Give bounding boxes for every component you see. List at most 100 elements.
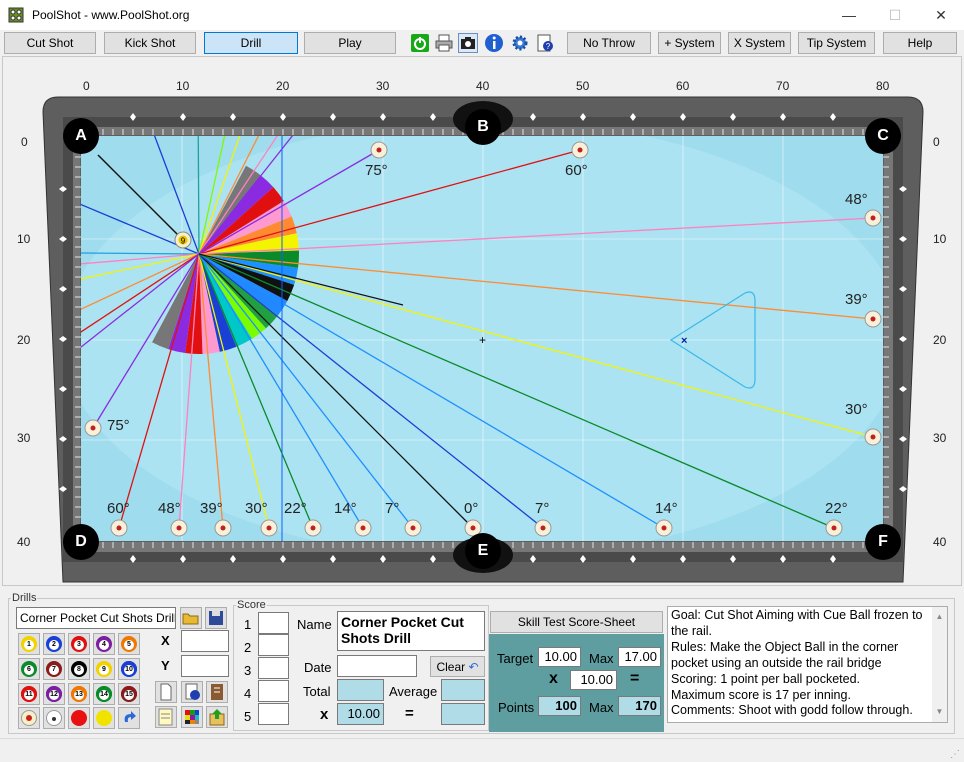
drill-notes-textarea[interactable]: Goal: Cut Shot Aiming with Cue Ball froz… [667,606,948,723]
x-system-button[interactable]: X System [728,32,791,54]
power-icon[interactable] [410,33,430,53]
play-button[interactable]: Play [304,32,396,54]
y-axis-tick: 0 [21,135,28,149]
angle-label: 39° [200,500,223,517]
pool-table-canvas[interactable]: × + 9 0 10 20 30 40 50 60 70 80 0 10 20 … [2,56,962,586]
score-cell-1[interactable] [258,612,289,634]
ball-button-13[interactable]: 13 [68,683,90,705]
help-file-icon[interactable] [181,681,203,703]
score-cell-2[interactable] [258,634,289,656]
max-field[interactable]: 17.00 [618,647,661,667]
ball-button-12[interactable]: 12 [43,683,65,705]
skill-test-panel: Target 10.00 Max 17.00 x 10.00 = Points … [489,634,664,732]
angle-label: 48° [845,191,868,208]
camera-icon[interactable] [458,33,478,53]
pocket-b[interactable]: B [465,109,501,145]
help-document-icon[interactable]: ? [535,33,555,53]
ball-button-4[interactable]: 4 [93,633,115,655]
redo-icon[interactable] [118,707,140,729]
info-icon[interactable] [484,33,504,53]
no-throw-lines-button[interactable]: No Throw Lines [567,32,651,71]
ball-button-10[interactable]: 10 [118,658,140,680]
object-ball-dot [410,525,416,531]
plus-system-button[interactable]: + System [658,32,721,54]
ball-button-15[interactable]: 15 [118,683,140,705]
object-ball-dot [116,525,122,531]
ball-button-3[interactable]: 3 [68,633,90,655]
ball-button-6[interactable]: 6 [18,658,40,680]
score-cell-3[interactable] [258,657,289,679]
angle-label: 60° [107,500,130,517]
ghost-ball-button[interactable] [43,707,65,729]
minimize-button[interactable]: — [826,0,872,30]
skill-test-button[interactable]: Skill Test Score-Sheet [490,611,663,633]
x-axis-tick: 20 [276,79,290,93]
maximize-button[interactable]: ☐ [872,0,918,30]
open-folder-icon[interactable] [180,607,202,629]
bottom-panel: Drills Corner Pocket Cut Shots Drill 123… [0,588,964,738]
scroll-down-icon[interactable]: ▼ [932,704,947,720]
skill-equals-label: = [630,670,640,687]
x-coord-field[interactable] [181,630,229,652]
score-cell-5[interactable] [258,703,289,725]
svg-text:?: ? [546,42,551,51]
printer-icon[interactable] [434,33,454,53]
object-ball-dot [470,525,476,531]
total-label: Total [303,684,331,699]
ball-button-14[interactable]: 14 [93,683,115,705]
save-icon[interactable] [205,607,227,629]
scroll-up-icon[interactable]: ▲ [932,609,947,625]
ball-button-7[interactable]: 7 [43,658,65,680]
pocket-e[interactable]: E [465,533,501,569]
drill-name-field[interactable]: Corner Pocket Cut Shots Drill [16,607,176,629]
date-field[interactable] [337,655,417,677]
ball-button-11[interactable]: 11 [18,683,40,705]
notes-line: Comments: Shoot with godd follow through… [671,703,913,718]
cue-ball-button[interactable] [18,707,40,729]
ball-number: 14 [99,690,109,700]
yellow-ball-button[interactable] [93,707,115,729]
new-file-icon[interactable] [155,681,177,703]
help-button[interactable]: Help [883,32,957,54]
cut-shot-button[interactable]: Cut Shot [4,32,96,54]
ball-number: 7 [49,665,59,675]
ball-button-2[interactable]: 2 [43,633,65,655]
clear-button[interactable]: Clear ↶ [430,656,485,677]
kick-shot-button[interactable]: Kick Shot [104,32,196,54]
object-ball-dot [661,525,667,531]
multiply-label: x [320,706,329,723]
score-cell-4[interactable] [258,680,289,702]
ball-button-9[interactable]: 9 [93,658,115,680]
pocket-a[interactable]: A [63,118,99,154]
average-field [441,679,485,701]
x-axis-tick: 70 [776,79,790,93]
pocket-f[interactable]: F [865,524,901,560]
toolbar: Cut Shot Kick Shot Drill Play ? No Throw… [0,30,964,71]
angle-label: 30° [845,401,868,418]
target-field[interactable]: 10.00 [538,647,581,667]
max-points-field: 170 [618,696,661,716]
score-row-label: 5 [244,709,252,724]
pocket-c[interactable]: C [865,118,901,154]
export-icon[interactable] [206,706,228,728]
ball-number: 9 [99,665,109,675]
tip-system-button[interactable]: Tip System [798,32,875,54]
notes-scrollbar[interactable]: ▲ ▼ [932,607,947,722]
y-coord-field[interactable] [181,655,229,677]
resize-grip-icon[interactable]: ⋰ [950,749,960,760]
ball-button-5[interactable]: 5 [118,633,140,655]
drill-title-field[interactable]: Corner Pocket Cut Shots Drill [337,611,485,651]
red-ball-button[interactable] [68,707,90,729]
close-button[interactable]: ✕ [918,0,964,30]
ball-button-8[interactable]: 8 [68,658,90,680]
pocket-d[interactable]: D [63,524,99,560]
ball-number: 3 [74,640,84,650]
book-icon[interactable] [206,681,228,703]
drill-button[interactable]: Drill [204,32,298,54]
ball-button-1[interactable]: 1 [18,633,40,655]
color-grid-icon[interactable] [181,706,203,728]
skill-multiplier-field[interactable]: 10.00 [570,670,617,690]
gear-icon[interactable] [510,33,530,53]
notepad-icon[interactable] [155,706,177,728]
score-row-label: 4 [244,686,252,701]
